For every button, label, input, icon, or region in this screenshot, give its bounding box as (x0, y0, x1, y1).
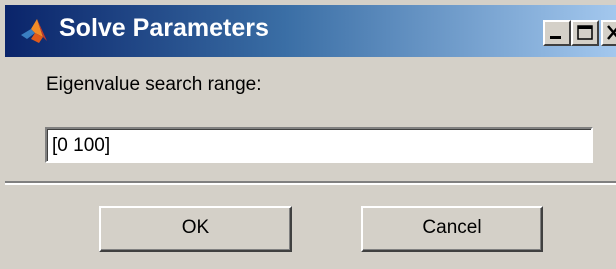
solve-parameters-dialog: Solve Parameters Eigenvalue search range… (0, 0, 616, 269)
close-button[interactable] (601, 20, 616, 46)
window-title: Solve Parameters (59, 14, 269, 42)
panel-divider (5, 183, 616, 185)
title-bar[interactable]: Solve Parameters (5, 5, 616, 57)
cancel-button[interactable]: Cancel (361, 206, 543, 252)
maximize-button[interactable] (571, 20, 599, 46)
range-input[interactable]: [0 100] (45, 127, 593, 163)
ok-button[interactable]: OK (99, 206, 292, 252)
matlab-logo-icon[interactable] (19, 17, 49, 45)
minimize-button[interactable] (543, 20, 571, 46)
range-label: Eigenvalue search range: (46, 74, 262, 95)
